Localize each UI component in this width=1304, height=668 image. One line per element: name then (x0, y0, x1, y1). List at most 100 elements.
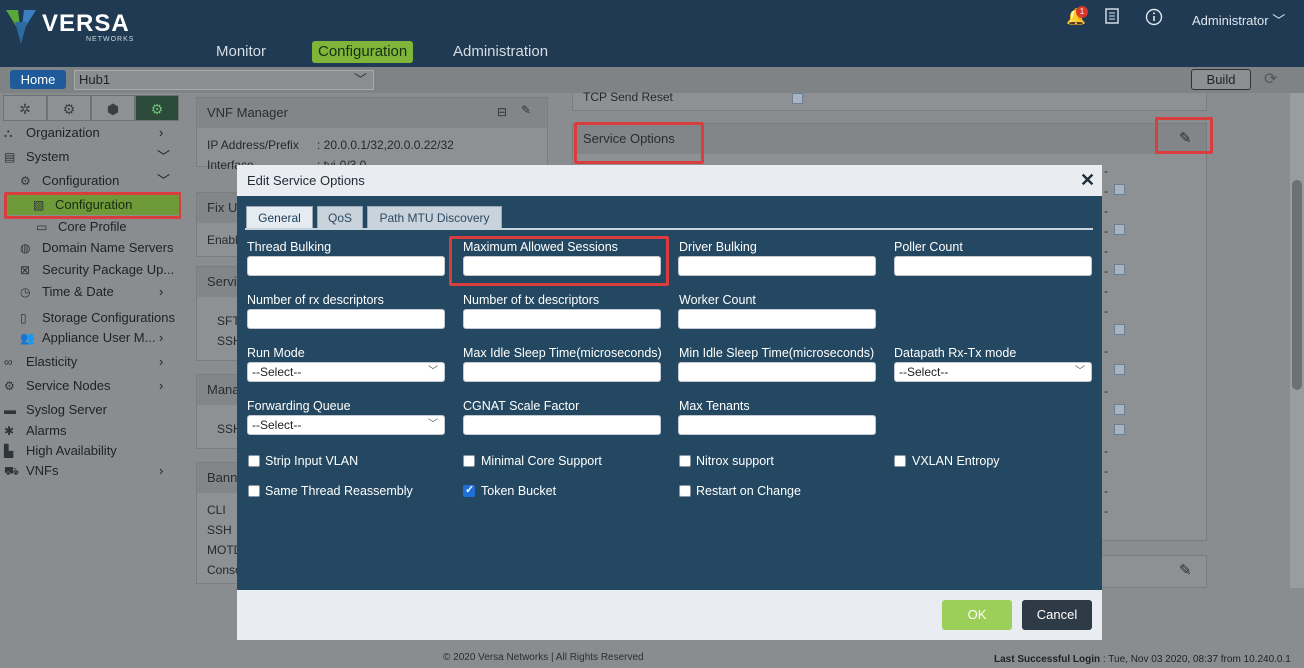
sidebar-item-elasticity[interactable]: ∞ Elasticity › (4, 352, 174, 372)
poller-count-input[interactable] (894, 256, 1092, 276)
sidebar-item-system[interactable]: ▤ System ﹀ (4, 147, 174, 167)
build-button[interactable]: Build (1191, 69, 1251, 90)
sidebar-item-core-profile[interactable]: ▭ Core Profile (36, 217, 176, 237)
appliance-select-value: Hub1 (79, 72, 111, 87)
home-button[interactable]: Home (10, 70, 66, 89)
option-checkbox[interactable] (1114, 424, 1125, 435)
chevron-down-icon: ﹀ (353, 72, 367, 87)
system-icon: ▤ (4, 150, 16, 164)
bell-icon[interactable]: 🔔 1 (1066, 6, 1088, 28)
max-tenants-input[interactable] (678, 415, 876, 435)
elasticity-icon: ∞ (4, 355, 13, 369)
sidebar-item-appliance-users[interactable]: 👥 Appliance User M... › (20, 328, 174, 348)
task-list-icon[interactable] (1102, 8, 1122, 28)
sidebar-item-security-package[interactable]: ⊠ Security Package Up... (20, 260, 180, 280)
nav-administration[interactable]: Administration (447, 41, 554, 63)
run-mode-select[interactable]: --Select-- ﹀ (247, 362, 445, 382)
driver-bulking-input[interactable] (678, 256, 876, 276)
sidebar-item-label: System (26, 149, 70, 164)
cgnat-scale-input[interactable] (463, 415, 661, 435)
option-checkbox[interactable] (1114, 224, 1125, 235)
tcp-send-reset-checkbox[interactable] (792, 93, 803, 104)
max-idle-sleep-input[interactable] (463, 362, 661, 382)
chevron-right-icon: › (159, 378, 164, 393)
sidebar-item-high-availability[interactable]: ▙ High Availability (4, 441, 174, 461)
lower-panel: ✎ (1100, 555, 1207, 588)
ok-button[interactable]: OK (942, 600, 1012, 630)
scrollbar-thumb[interactable] (1292, 180, 1302, 390)
close-icon[interactable]: ✕ (1080, 170, 1095, 191)
minimal-core-support-checkbox[interactable] (463, 455, 475, 467)
option-checkbox[interactable] (1114, 404, 1125, 415)
network-icon[interactable]: ✲ (3, 95, 47, 121)
sidebar-item-dns[interactable]: ◍ Domain Name Servers (20, 238, 180, 258)
sidebar-item-configuration-group[interactable]: ⚙ Configuration ﹀ (20, 171, 174, 191)
versa-logo[interactable]: VERSA NETWORKS (6, 8, 136, 48)
strip-input-vlan-label: Strip Input VLAN (265, 454, 359, 468)
logo-text: VERSA (42, 10, 130, 37)
banner-cli-row: CLI (207, 503, 226, 517)
sidebar-item-label: High Availability (26, 443, 117, 458)
sidebar-item-time-date[interactable]: ◷ Time & Date › (20, 282, 174, 302)
tab-general[interactable]: General (246, 206, 313, 228)
edit-icon[interactable]: ✎ (521, 103, 531, 117)
min-idle-sleep-input[interactable] (678, 362, 876, 382)
chevron-down-icon: ﹀ (157, 173, 171, 188)
chevron-right-icon: › (159, 463, 164, 478)
sidebar-item-label: Organization (26, 125, 100, 140)
forwarding-queue-label: Forwarding Queue (247, 399, 351, 413)
value-dash: - (1104, 504, 1108, 518)
chevron-down-icon: ﹀ (1075, 366, 1085, 377)
chevron-down-icon: ﹀ (428, 366, 438, 377)
nitrox-support-checkbox[interactable] (679, 455, 691, 467)
collapse-icon[interactable]: ⊟ (497, 105, 507, 119)
forwarding-queue-select[interactable]: --Select-- ﹀ (247, 415, 445, 435)
vxlan-entropy-checkbox[interactable] (894, 455, 906, 467)
same-thread-reassembly-checkbox[interactable] (248, 485, 260, 497)
tx-descriptors-input[interactable] (463, 309, 661, 329)
value-dash: - (1104, 304, 1108, 318)
sidebar-item-service-nodes[interactable]: ⚙ Service Nodes › (4, 376, 174, 396)
max-idle-sleep-label: Max Idle Sleep Time(microseconds) (463, 346, 662, 360)
alarm-icon: ✱ (4, 424, 15, 438)
sidebar-item-alarms[interactable]: ✱ Alarms (4, 421, 174, 441)
thread-bulking-label: Thread Bulking (247, 240, 332, 254)
refresh-icon[interactable]: ⟳ (1264, 69, 1277, 89)
info-icon[interactable] (1144, 8, 1164, 28)
highlight-box-edit (1155, 117, 1213, 154)
tab-path-mtu-discovery[interactable]: Path MTU Discovery (367, 206, 502, 228)
appliance-select[interactable]: Hub1 ﹀ (74, 70, 374, 90)
token-bucket-checkbox[interactable] (463, 483, 475, 497)
sidebar-item-storage[interactable]: ▯ Storage Configurations (20, 308, 180, 328)
sidebar-item-organization[interactable]: ⛬ Organization › (4, 123, 174, 143)
option-checkbox[interactable] (1114, 324, 1125, 335)
value-dash: - (1104, 444, 1108, 458)
ip-prefix-value: : 20.0.0.1/32,20.0.0.22/32 (317, 138, 454, 152)
tab-qos[interactable]: QoS (317, 206, 363, 228)
option-checkbox[interactable] (1114, 264, 1125, 275)
value-dash: - (1104, 344, 1108, 358)
strip-input-vlan-checkbox[interactable] (248, 455, 260, 467)
rx-descriptors-input[interactable] (247, 309, 445, 329)
edit-icon[interactable]: ✎ (1179, 561, 1192, 579)
cube-icon[interactable]: ⬢ (91, 95, 135, 121)
option-checkbox[interactable] (1114, 184, 1125, 195)
datapath-mode-value: --Select-- (899, 365, 949, 379)
value-dash: - (1104, 164, 1108, 178)
user-menu[interactable]: Administrator ﹀ (1192, 10, 1285, 29)
edit-service-options-modal: Edit Service Options ✕ General QoS Path … (237, 165, 1102, 640)
worker-count-input[interactable] (678, 309, 876, 329)
nav-monitor[interactable]: Monitor (210, 41, 272, 63)
sidebar-item-syslog[interactable]: ▬ Syslog Server (4, 400, 174, 420)
user-name: Administrator (1192, 13, 1269, 28)
tx-descriptors-label: Number of tx descriptors (463, 293, 600, 307)
datapath-mode-select[interactable]: --Select-- ﹀ (894, 362, 1092, 382)
cancel-button[interactable]: Cancel (1022, 600, 1092, 630)
option-checkbox[interactable] (1114, 364, 1125, 375)
sidebar-item-vnfs[interactable]: ⛟ VNFs › (4, 461, 174, 481)
appliance-globe-icon[interactable]: ⚙ (135, 95, 179, 121)
thread-bulking-input[interactable] (247, 256, 445, 276)
nav-configuration[interactable]: Configuration (312, 41, 414, 63)
restart-on-change-checkbox[interactable] (679, 485, 691, 497)
gear-icon[interactable]: ⚙ (47, 95, 91, 121)
